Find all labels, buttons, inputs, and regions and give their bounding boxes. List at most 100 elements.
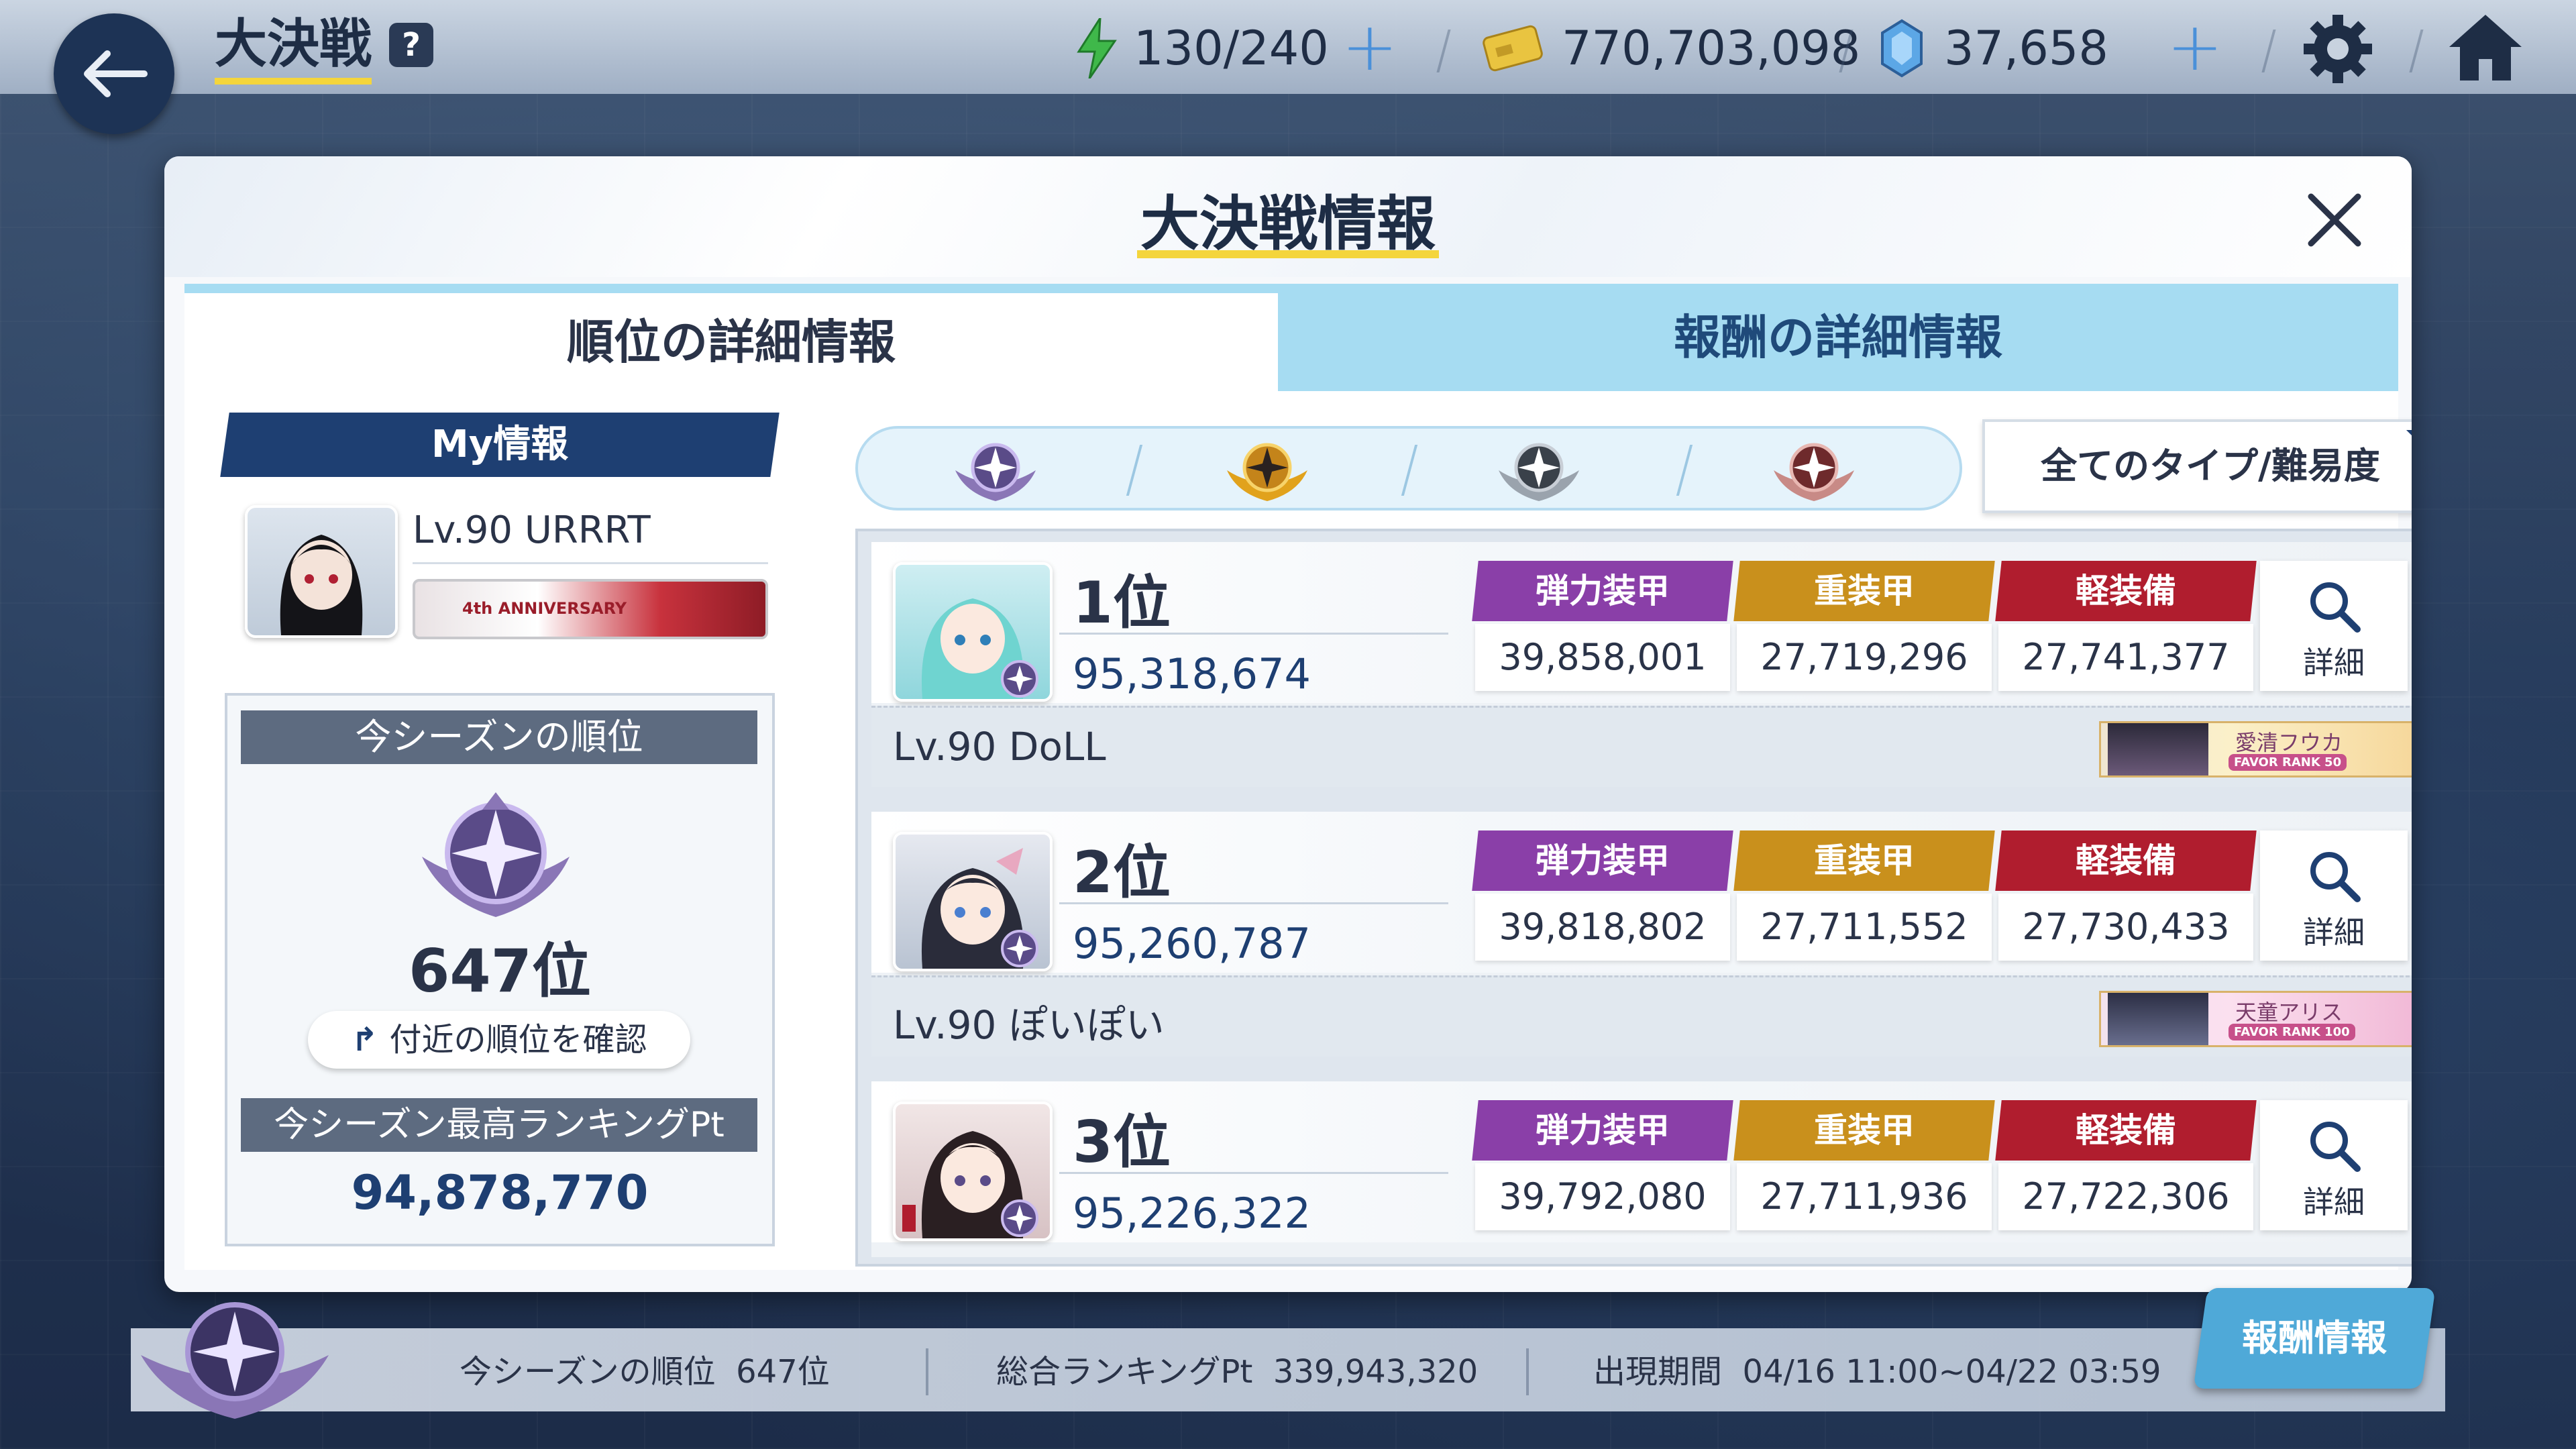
separator: [1401, 445, 1418, 496]
difficulty-hardcore-icon[interactable]: [1770, 435, 1858, 502]
help-icon[interactable]: ?: [389, 23, 433, 67]
score-value: 27,719,296: [1737, 624, 1992, 691]
home-icon: [2449, 15, 2522, 80]
type-label-light: 軽装備: [1995, 830, 2257, 891]
add-gems-button[interactable]: +: [2167, 13, 2223, 80]
gems-counter: 37,658: [1878, 16, 2108, 80]
score-value: 39,792,080: [1475, 1163, 1730, 1230]
ap-counter: 130/240: [1073, 16, 1329, 80]
difficulty-insane-icon[interactable]: [952, 435, 1039, 502]
season-rank-panel: 今シーズンの順位 647位 ↱ 付近の順位を確認 今シーズン最高ランキングPt …: [225, 693, 775, 1246]
type-label-heavy: 重装甲: [1733, 561, 1995, 621]
ranking-row: 2位 95,260,787 弾力装甲 39,818,802 重装甲 27,711…: [871, 812, 2412, 1057]
separator: [1126, 445, 1143, 496]
lightning-icon: [1077, 18, 1117, 78]
search-icon: [2310, 582, 2361, 633]
favor-badge: 愛清フウカ FAVOR RANK 50: [2099, 721, 2412, 777]
title-underline: [1137, 250, 1439, 258]
footer-period: 出現期間 04/16 11:00~04/22 03:59: [1593, 1353, 2161, 1391]
content-area: My情報 Lv.90 URRRT 4th ANNIVERSARY 今シーズンの順…: [184, 391, 2412, 1270]
settings-button[interactable]: [2301, 12, 2375, 89]
ranking-list[interactable]: 1位 95,318,674 弾力装甲 39,858,001 重装甲 27,719…: [855, 529, 2412, 1267]
rank-position: 1位: [1073, 570, 1171, 637]
type-difficulty-filter[interactable]: 全てのタイプ/難易度: [1982, 419, 2412, 513]
nearby-rank-button[interactable]: ↱ 付近の順位を確認: [308, 1011, 690, 1069]
season-rank-value: 647位: [409, 936, 591, 1006]
detail-button[interactable]: 詳細: [2260, 830, 2408, 961]
type-label-heavy: 重装甲: [1733, 1100, 1995, 1161]
favor-character-portrait: [2108, 993, 2208, 1045]
divider: [1059, 633, 1448, 635]
modal-title: 大決戦情報: [1140, 189, 1436, 258]
divider: [413, 562, 768, 564]
screen-title: 大決戦: [215, 12, 372, 85]
home-button[interactable]: [2445, 11, 2526, 87]
my-avatar: [245, 505, 398, 638]
player-avatar: [893, 832, 1053, 971]
player-avatar: [893, 1102, 1053, 1241]
rank-points: 95,260,787: [1073, 919, 1311, 968]
back-button[interactable]: [54, 13, 174, 134]
type-label-explosive: 弾力装甲: [1472, 1100, 1733, 1161]
type-label-light: 軽装備: [1995, 561, 2257, 621]
season-rank-label: 今シーズンの順位: [241, 710, 757, 764]
credit-card-icon: [1483, 25, 1543, 72]
score-value: 39,858,001: [1475, 624, 1730, 691]
heavy-score: 重装甲 27,711,936: [1733, 1100, 1995, 1230]
type-label-explosive: 弾力装甲: [1472, 830, 1733, 891]
close-icon: [2308, 193, 2361, 247]
separator: [1526, 1348, 1529, 1395]
score-value: 27,722,306: [1998, 1163, 2253, 1230]
footer-total-pt: 総合ランキングPt 339,943,320: [996, 1353, 1479, 1391]
best-pt-value: 94,878,770: [351, 1165, 649, 1220]
best-pt-label: 今シーズン最高ランキングPt: [241, 1098, 757, 1152]
add-ap-button[interactable]: +: [1342, 13, 1398, 80]
type-label-heavy: 重装甲: [1733, 830, 1995, 891]
my-info-header: My情報: [220, 413, 780, 477]
back-arrow-icon: [84, 50, 148, 97]
my-player-name: Lv.90 URRRT: [413, 508, 651, 552]
difficulty-torment-icon[interactable]: [1224, 435, 1311, 502]
type-label-light: 軽装備: [1995, 1100, 2257, 1161]
detail-button[interactable]: 詳細: [2260, 561, 2408, 691]
ap-value: 130/240: [1134, 21, 1329, 76]
separator: [926, 1348, 928, 1395]
tab-ranking-details[interactable]: 順位の詳細情報: [184, 284, 1278, 391]
footer-season-rank: 今シーズンの順位 647位: [460, 1353, 830, 1391]
favor-badge: 天童アリス FAVOR RANK 100: [2099, 991, 2412, 1047]
favor-character-portrait: [2108, 723, 2208, 775]
share-arrow-icon: ↱: [351, 1021, 390, 1059]
difficulty-selector: [855, 426, 1962, 511]
divider: [1059, 902, 1448, 904]
separator: [1676, 445, 1693, 496]
player-avatar: [893, 562, 1053, 702]
player-name: Lv.90 DoLL: [893, 724, 1106, 769]
rank-position: 2位: [1073, 839, 1171, 906]
rank-position: 3位: [1073, 1109, 1171, 1176]
detail-button[interactable]: 詳細: [2260, 1100, 2408, 1230]
insane-emblem-icon: [134, 1288, 335, 1422]
heavy-score: 重装甲 27,711,552: [1733, 830, 1995, 961]
gems-value: 37,658: [1944, 21, 2108, 76]
ranking-row: 1位 95,318,674 弾力装甲 39,858,001 重装甲 27,719…: [871, 542, 2412, 787]
difficulty-extreme-icon[interactable]: [1495, 435, 1582, 502]
player-name: Lv.90 ぽいぽい: [893, 1002, 1165, 1048]
score-value: 39,818,802: [1475, 894, 1730, 961]
rank-points: 95,318,674: [1073, 649, 1311, 698]
score-value: 27,730,433: [1998, 894, 2253, 961]
dropdown-corner-icon: [2406, 430, 2412, 450]
info-modal: 大決戦情報 順位の詳細情報 報酬の詳細情報 My情報 Lv.90 URRRT 4…: [164, 156, 2412, 1292]
light-score: 軽装備 27,722,306: [1995, 1100, 2257, 1230]
explosive-score: 弾力装甲 39,858,001: [1472, 561, 1733, 691]
tab-reward-details[interactable]: 報酬の詳細情報: [1278, 284, 2398, 391]
close-button[interactable]: [2298, 183, 2371, 257]
credits-counter: 770,703,098: [1483, 16, 1860, 80]
search-icon: [2310, 1122, 2361, 1172]
score-value: 27,711,552: [1737, 894, 1992, 961]
reward-info-button[interactable]: 報酬情報: [2193, 1288, 2436, 1389]
type-label-explosive: 弾力装甲: [1472, 561, 1733, 621]
rank-points: 95,226,322: [1073, 1189, 1311, 1238]
gear-icon: [2304, 15, 2372, 83]
explosive-score: 弾力装甲 39,792,080: [1472, 1100, 1733, 1230]
gem-icon: [1881, 19, 1923, 78]
